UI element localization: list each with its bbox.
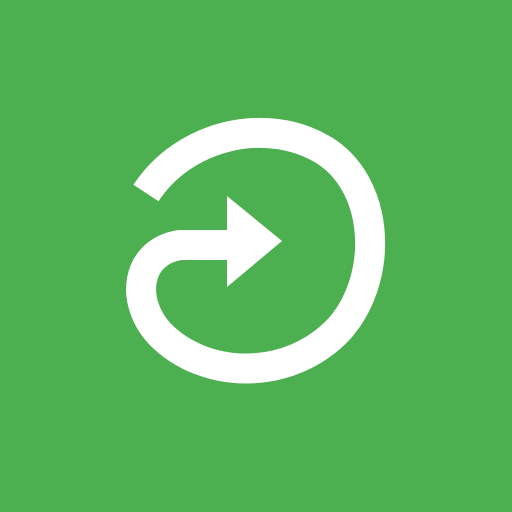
circular-redo-arrow-icon — [126, 117, 386, 384]
arrowhead-shape — [227, 196, 282, 287]
app-icon — [0, 0, 512, 512]
